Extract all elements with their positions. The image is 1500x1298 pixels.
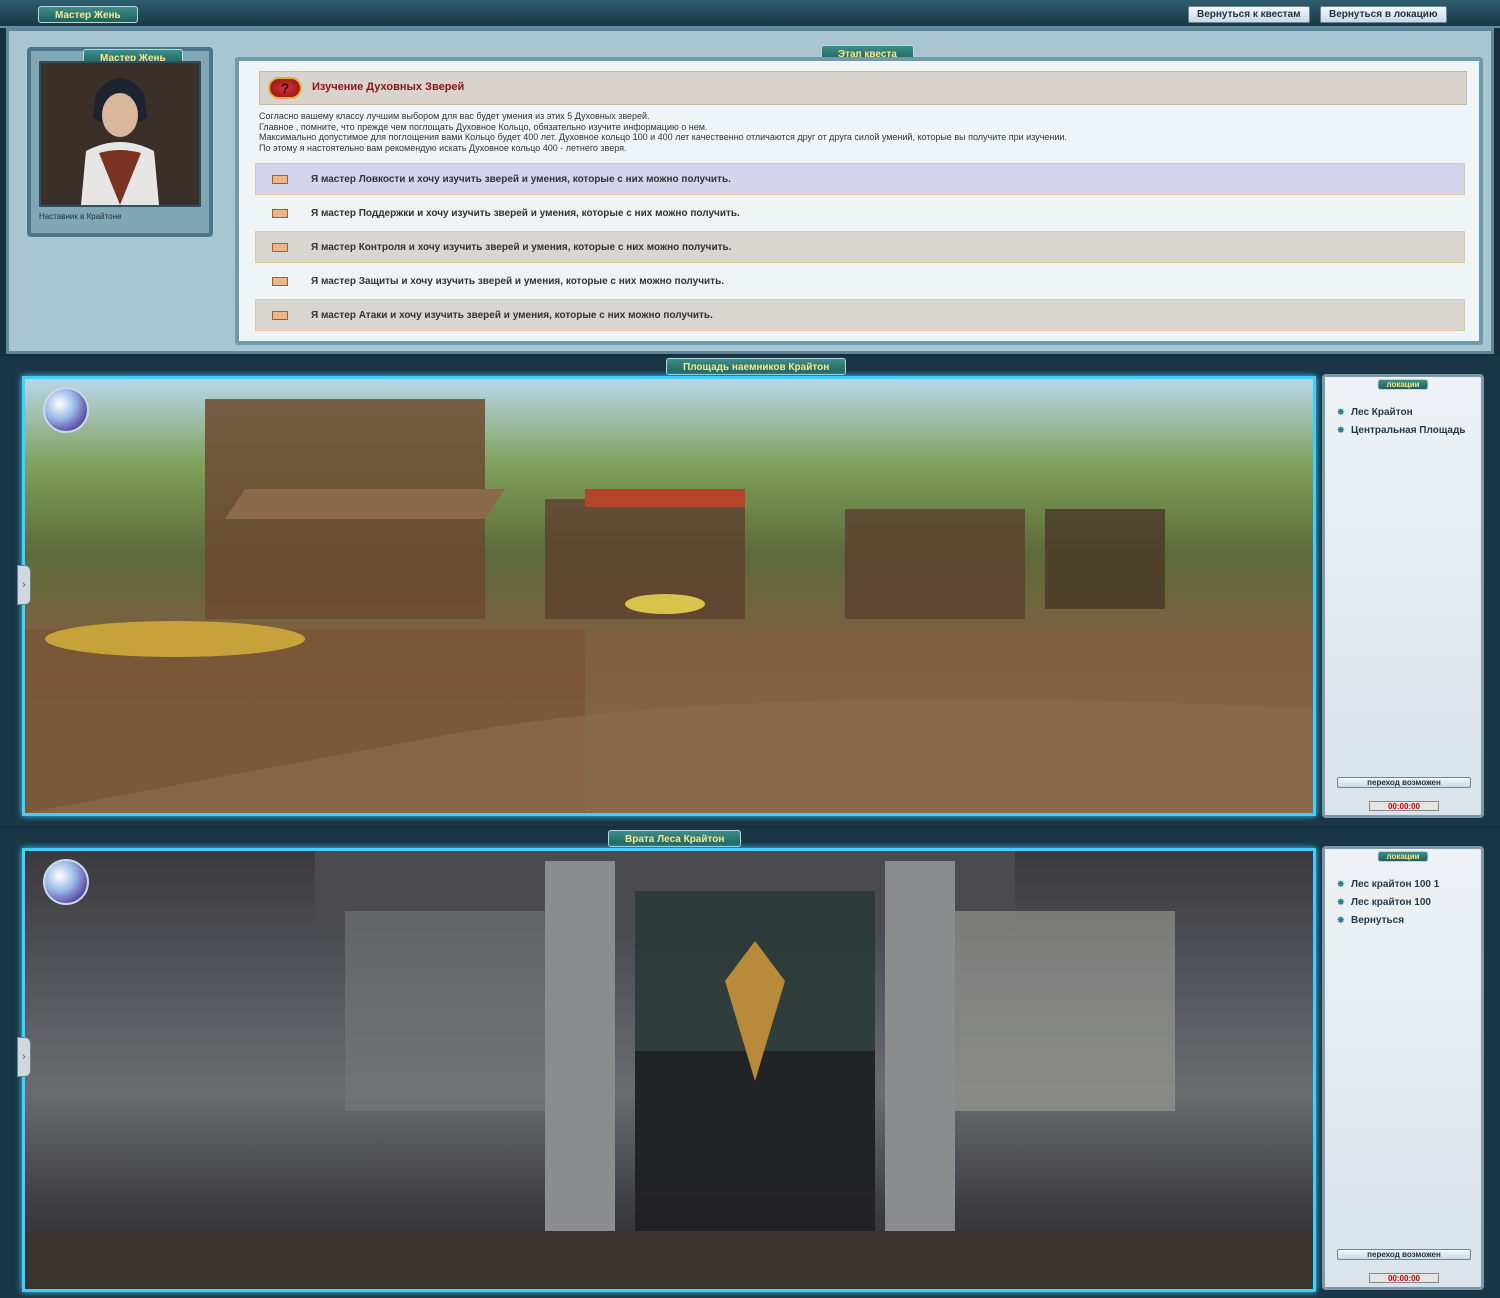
location-link-central-square[interactable]: ✸ Центральная Площадь [1337,425,1465,436]
location-panel-gate: Врата Леса Крайтон › локации ✸ Лес крайт… [0,828,1500,1298]
answer-option-attack[interactable]: Я мастер Атаки и хочу изучить зверей и у… [255,299,1465,331]
quest-text-line: Согласно вашему классу лучшим выбором дл… [259,111,650,121]
quest-description: Согласно вашему классу лучшим выбором дл… [259,111,1467,153]
location-link-forest-100-1[interactable]: ✸ Лес крайтон 100 1 [1337,879,1439,890]
quest-panel: Мастер Жень Наставник в Крайтоне Этап кв… [6,28,1494,354]
back-to-location-button[interactable]: Вернуться в локацию [1320,6,1447,23]
game-page: Мастер Жень Вернуться к квестам Вернутьс… [0,0,1500,1298]
scroll-icon [272,209,288,218]
quest-text-line: Главное , помните, что прежде чем поглощ… [259,121,708,132]
answer-option-control[interactable]: Я мастер Контроля и хочу изучить зверей … [255,231,1465,263]
location-scene-frame: › [17,848,1316,1292]
quest-header: ? Изучение Духовных Зверей [259,71,1467,105]
answer-option-agility[interactable]: Я мастер Ловкости и хочу изучить зверей … [255,163,1465,195]
arrow-icon: ✸ [1337,425,1345,435]
compass-orb-icon[interactable] [43,859,89,905]
location-title: Площадь наемников Крайтон [666,358,847,375]
transit-timer: 00:00:00 [1369,801,1439,811]
location-link-forest-100[interactable]: ✸ Лес крайтон 100 [1337,897,1431,908]
locations-label: локации [1377,379,1429,390]
arrow-icon: ✸ [1337,879,1345,889]
answer-option-defense[interactable]: Я мастер Защиты и хочу изучить зверей и … [255,265,1465,297]
transit-status: переход возможен [1337,777,1471,788]
answer-text: Я мастер Ловкости и хочу изучить зверей … [311,174,731,185]
answer-text: Я мастер Защиты и хочу изучить зверей и … [311,276,724,287]
back-to-quests-button[interactable]: Вернуться к квестам [1188,6,1310,23]
quest-dialog: ? Изучение Духовных Зверей Согласно ваше… [235,57,1483,345]
market-scene-art [25,399,1313,813]
npc-caption: Наставник в Крайтоне [39,212,122,221]
gate-scene-image[interactable] [25,851,1313,1289]
location-sidebar: локации ✸ Лес Крайтон ✸ Центральная Площад… [1322,374,1484,818]
scroll-icon [272,243,288,252]
scroll-icon [272,311,288,320]
question-icon: ? [268,77,302,99]
market-scene-image[interactable] [25,379,1313,813]
quest-text-line: Максимально допустимое для поглощения ва… [259,132,1067,143]
scroll-icon [272,277,288,286]
scroll-left-arrow-icon[interactable]: › [17,1037,31,1077]
compass-orb-icon[interactable] [43,387,89,433]
answer-option-support[interactable]: Я мастер Поддержки и хочу изучить зверей… [255,197,1465,229]
quest-title: Изучение Духовных Зверей [312,81,465,93]
location-scene-frame: › [17,376,1316,816]
npc-portrait-art [41,63,199,205]
arrow-icon: ✸ [1337,897,1345,907]
location-link-forest[interactable]: ✸ Лес Крайтон [1337,407,1413,418]
answer-text: Я мастер Контроля и хочу изучить зверей … [311,242,732,253]
locations-label: локации [1377,851,1429,862]
npc-card: Мастер Жень Наставник в Крайтоне [27,47,213,237]
answer-text: Я мастер Атаки и хочу изучить зверей и у… [311,310,713,321]
npc-portrait [39,61,201,207]
transit-timer: 00:00:00 [1369,1273,1439,1283]
answer-text: Я мастер Поддержки и хочу изучить зверей… [311,208,740,219]
quest-text-line: По этому я настоятельно вам рекомендую и… [259,142,627,153]
location-link-return[interactable]: ✸ Вернуться [1337,915,1404,926]
transit-status: переход возможен [1337,1249,1471,1260]
arrow-icon: ✸ [1337,407,1345,417]
scroll-left-arrow-icon[interactable]: › [17,565,31,605]
top-bar: Мастер Жень Вернуться к квестам Вернутьс… [0,0,1500,28]
transit-box: переход возможен 00:00:00 [1329,1249,1479,1285]
gate-scene-art [25,851,1313,1289]
location-title: Врата Леса Крайтон [608,830,742,847]
arrow-icon: ✸ [1337,915,1345,925]
scroll-icon [272,175,288,184]
location-panel-market: Площадь наемников Крайтон › локации ✸ Ле… [0,356,1500,826]
window-title: Мастер Жень [38,6,138,23]
transit-box: переход возможен 00:00:00 [1329,777,1479,813]
location-sidebar: локации ✸ Лес крайтон 100 1 ✸ Лес крайтон … [1322,846,1484,1290]
